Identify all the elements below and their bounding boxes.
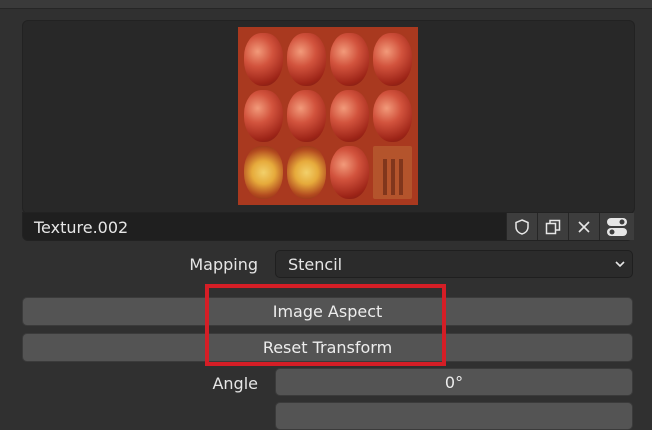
mapping-dropdown[interactable]: Stencil bbox=[275, 250, 633, 278]
mapping-value: Stencil bbox=[288, 255, 343, 274]
apple-texture-image bbox=[244, 146, 283, 199]
angle-field[interactable]: 0° bbox=[275, 368, 633, 396]
apple-texture-image bbox=[287, 146, 326, 199]
texture-name[interactable]: Texture.002 bbox=[34, 218, 128, 237]
fake-user-button[interactable] bbox=[506, 213, 537, 240]
duplicate-icon bbox=[544, 218, 562, 236]
apple-texture-image bbox=[330, 146, 369, 199]
apple-texture-image bbox=[244, 89, 283, 143]
duplicate-texture-button[interactable] bbox=[537, 213, 568, 240]
apple-texture-image bbox=[373, 89, 412, 143]
texture-label-strip bbox=[373, 146, 412, 199]
apple-texture-image bbox=[330, 33, 369, 86]
apple-texture-image bbox=[330, 89, 369, 143]
apple-texture-image bbox=[287, 33, 326, 86]
toggle-icon bbox=[606, 217, 628, 237]
apple-texture-image bbox=[373, 33, 412, 86]
panel-header-strip bbox=[0, 0, 652, 9]
chevron-down-icon bbox=[612, 256, 628, 272]
texture-preview bbox=[238, 27, 418, 205]
browse-texture-button[interactable] bbox=[599, 213, 634, 240]
apple-texture-image bbox=[244, 33, 283, 86]
apple-texture-image bbox=[287, 89, 326, 143]
shield-icon bbox=[513, 218, 531, 236]
mapping-label: Mapping bbox=[189, 255, 258, 274]
highlight-box bbox=[205, 284, 446, 366]
angle-label: Angle bbox=[212, 374, 258, 393]
unlink-texture-button[interactable] bbox=[568, 213, 599, 240]
close-icon bbox=[577, 220, 591, 234]
next-property-field[interactable] bbox=[275, 402, 633, 430]
